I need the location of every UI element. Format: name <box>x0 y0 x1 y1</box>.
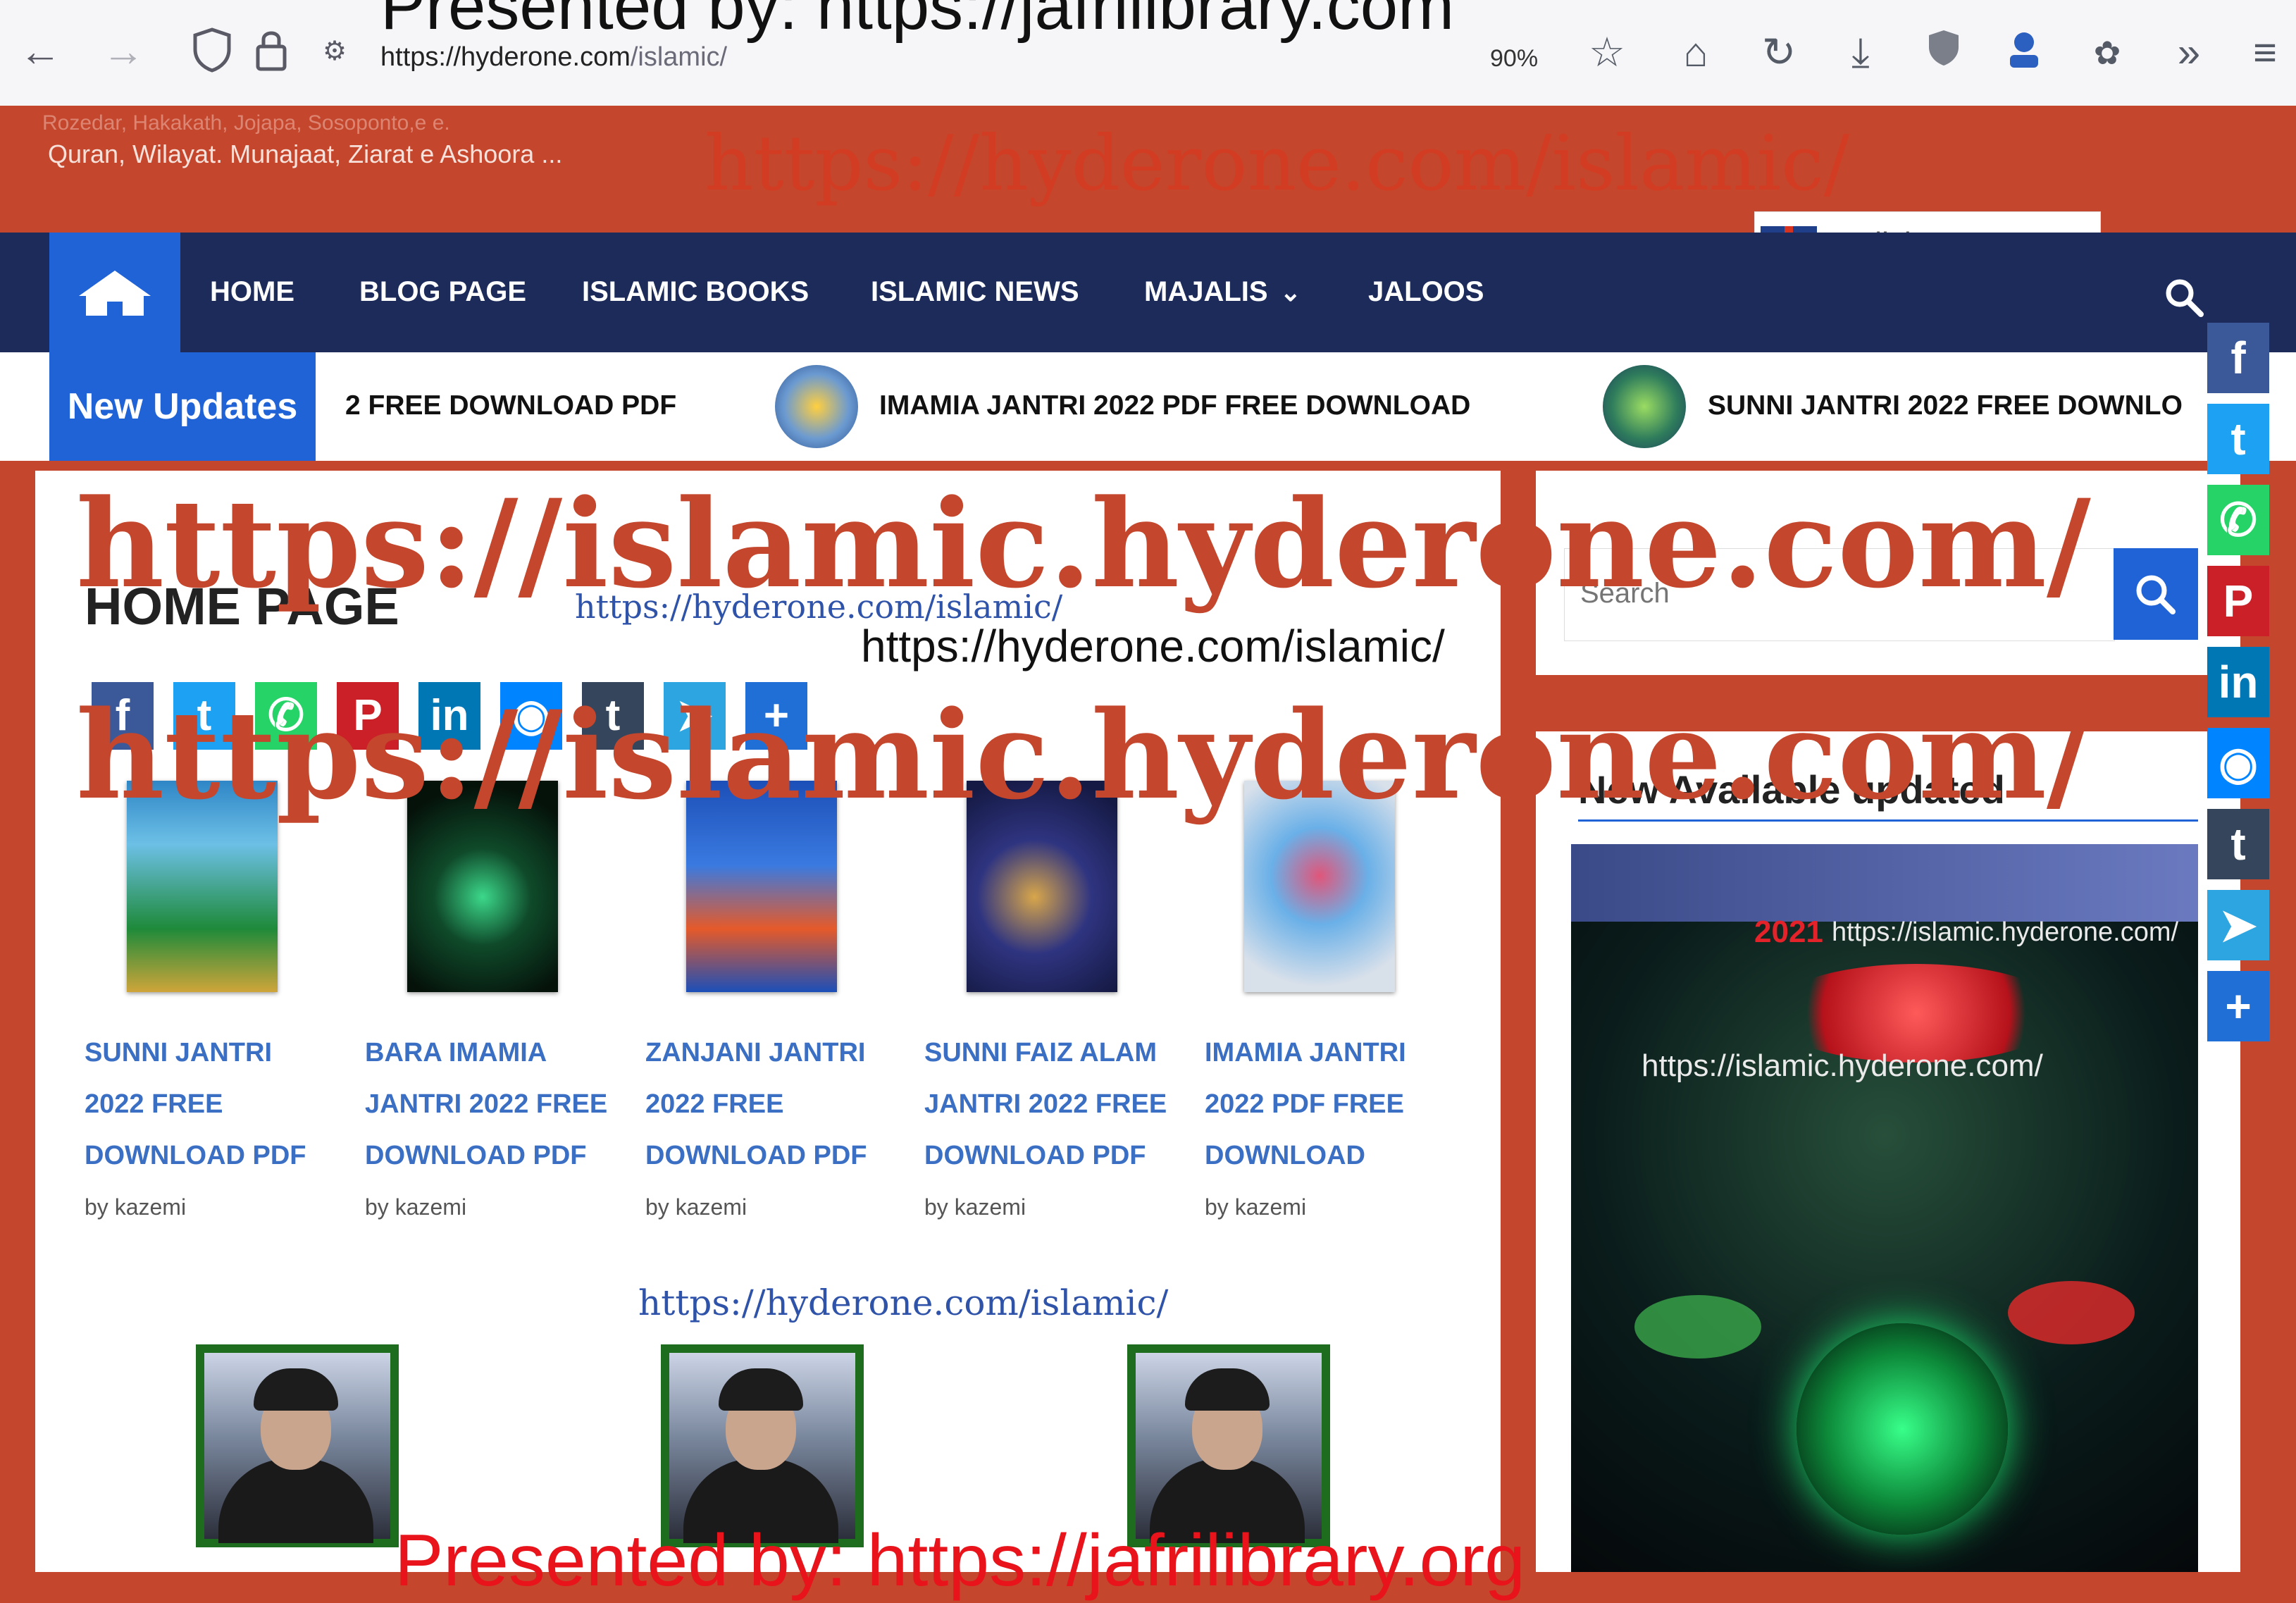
post-card: IMAMIA JANTRI 2022 PDF FREE DOWNLOAD by … <box>1205 1027 1451 1233</box>
portrait-turban <box>1185 1368 1270 1411</box>
floating-messenger-icon[interactable]: ◉ <box>2207 728 2269 798</box>
nav-item-majalis[interactable]: MAJALIS ⌄ <box>1144 276 1301 308</box>
nav-item-majalis-label: MAJALIS <box>1144 276 1268 307</box>
watermark-bottom: Presented by: https://jafrilibrary.org <box>395 1520 1525 1602</box>
ticker-item[interactable]: IMAMIA JANTRI 2022 PDF FREE DOWNLOAD <box>879 390 1470 421</box>
search-button[interactable] <box>2114 548 2198 640</box>
scholar-portrait[interactable] <box>661 1344 864 1547</box>
chevron-down-icon: ⌄ <box>1279 278 1301 307</box>
main-nav: HOME BLOG PAGE ISLAMIC BOOKS ISLAMIC NEW… <box>0 233 2296 352</box>
home-icon <box>79 271 151 316</box>
post-author: by kazemi <box>85 1194 187 1220</box>
floating-telegram-icon[interactable]: ➤ <box>2207 890 2269 960</box>
scholar-portrait[interactable] <box>1127 1344 1330 1547</box>
post-author: by kazemi <box>924 1194 1026 1220</box>
ticker-thumbnail[interactable] <box>1603 365 1686 448</box>
site-permissions-icon[interactable]: ⚙ <box>310 27 359 76</box>
portrait-robe <box>218 1459 373 1543</box>
post-author: by kazemi <box>365 1194 467 1220</box>
portrait-image <box>204 1353 390 1543</box>
watermark-top: Presented by: https://jafrilibrary.com <box>380 0 1455 44</box>
ticker-item[interactable]: 2 FREE DOWNLOAD PDF <box>345 390 676 421</box>
post-card: BARA IMAMIA JANTRI 2022 FREE DOWNLOAD PD… <box>365 1027 612 1233</box>
zoom-level[interactable]: 90% <box>1490 45 1538 73</box>
post-title-link[interactable]: SUNNI JANTRI 2022 FREE DOWNLOAD PDF <box>85 1027 331 1182</box>
watermark-serif-2: https://hyderone.com/islamic/ <box>638 1282 1169 1323</box>
poster-banner <box>1571 844 2198 922</box>
download-icon[interactable]: ⤓ <box>1836 28 1885 78</box>
nav-item-home[interactable]: HOME <box>210 276 294 308</box>
nav-home-tab[interactable] <box>49 233 180 352</box>
post-card: SUNNI FAIZ ALAM JANTRI 2022 FREE DOWNLOA… <box>924 1027 1171 1233</box>
portrait-turban <box>719 1368 803 1411</box>
post-card: SUNNI JANTRI 2022 FREE DOWNLOAD PDF by k… <box>85 1027 331 1233</box>
ticker-thumbnail[interactable] <box>775 365 858 448</box>
poster-calligraphy-red <box>2008 1281 2135 1344</box>
site-header: Rozedar, Hakakath, Jojapa, Sosoponto,e e… <box>0 106 2296 278</box>
ticker-item[interactable]: SUNNI JANTRI 2022 FREE DOWNLO <box>1708 390 2183 421</box>
back-icon[interactable]: ← <box>15 27 65 76</box>
scholar-portrait[interactable] <box>196 1344 399 1547</box>
floating-linkedin-icon[interactable]: in <box>2207 647 2269 717</box>
news-ticker: New Updates 2 FREE DOWNLOAD PDF IMAMIA J… <box>0 352 2296 461</box>
floating-tumblr-icon[interactable]: t <box>2207 809 2269 879</box>
portrait-image <box>1136 1353 1322 1543</box>
watermark-plain-1: https://hyderone.com/islamic/ <box>861 621 1445 671</box>
portrait-turban <box>254 1368 338 1411</box>
floating-pinterest-icon[interactable]: P <box>2207 566 2269 636</box>
poster-medallion <box>1797 1323 2008 1535</box>
poster-url: https://islamic.hyderone.com/ <box>1832 917 2179 947</box>
post-author: by kazemi <box>1205 1194 1307 1220</box>
post-title-link[interactable]: IMAMIA JANTRI 2022 PDF FREE DOWNLOAD <box>1205 1027 1451 1182</box>
account-icon[interactable] <box>1999 28 2049 78</box>
header-watermark: https://hyderone.com/islamic/ <box>705 120 1850 208</box>
overflow-chevrons-icon[interactable]: » <box>2164 28 2214 78</box>
sidebar: New Available updated 2021 https://islam… <box>1536 471 2240 1572</box>
post-card: ZANJANI JANTRI 2022 FREE DOWNLOAD PDF by… <box>645 1027 892 1233</box>
floating-more-icon[interactable]: + <box>2207 971 2269 1041</box>
post-title-link[interactable]: SUNNI FAIZ ALAM JANTRI 2022 FREE DOWNLOA… <box>924 1027 1171 1182</box>
extension-shield-icon[interactable] <box>1919 28 1968 78</box>
watermark-big-1: https://islamic.hyderone.com/ <box>76 472 2091 615</box>
shield-icon[interactable] <box>187 27 237 76</box>
poster-title-art <box>1768 964 2064 1063</box>
jantri-poster[interactable]: 2021 https://islamic.hyderone.com/ https… <box>1571 844 2198 1572</box>
poster-calligraphy-green <box>1634 1295 1761 1358</box>
post-title-link[interactable]: ZANJANI JANTRI 2022 FREE DOWNLOAD PDF <box>645 1027 892 1182</box>
forward-icon[interactable]: → <box>99 27 148 76</box>
ticker-label: New Updates <box>49 352 316 461</box>
portrait-image <box>669 1353 855 1543</box>
reload-icon[interactable]: ↻ <box>1754 28 1804 78</box>
nav-item-jaloos[interactable]: JALOOS <box>1368 276 1484 308</box>
bookmark-star-icon[interactable]: ☆ <box>1582 28 1632 78</box>
home-icon[interactable]: ⌂ <box>1671 28 1720 78</box>
post-title-link[interactable]: BARA IMAMIA JANTRI 2022 FREE DOWNLOAD PD… <box>365 1027 612 1182</box>
floating-twitter-icon[interactable]: t <box>2207 404 2269 474</box>
site-tagline-faded: Rozedar, Hakakath, Jojapa, Sosoponto,e e… <box>42 111 450 135</box>
hamburger-menu-icon[interactable]: ≡ <box>2240 28 2290 78</box>
search-icon[interactable] <box>2163 276 2205 318</box>
poster-year: 2021 <box>1754 915 1823 949</box>
site-tagline: Quran, Wilayat. Munajaat, Ziarat e Ashoo… <box>48 140 563 168</box>
extension-icon[interactable]: ✿ <box>2083 28 2132 78</box>
floating-facebook-icon[interactable]: f <box>2207 323 2269 393</box>
nav-item-islamic-news[interactable]: ISLAMIC NEWS <box>871 276 1079 308</box>
url-bar[interactable]: https://hyderone.com/islamic/ <box>380 42 727 73</box>
nav-item-islamic-books[interactable]: ISLAMIC BOOKS <box>582 276 809 308</box>
poster-url: https://islamic.hyderone.com/ <box>1642 1048 2043 1083</box>
lock-icon[interactable] <box>247 27 296 76</box>
nav-item-blog-page[interactable]: BLOG PAGE <box>359 276 526 308</box>
post-author: by kazemi <box>645 1194 747 1220</box>
watermark-big-2: https://islamic.hyderone.com/ <box>76 683 2091 827</box>
floating-whatsapp-icon[interactable]: ✆ <box>2207 485 2269 555</box>
